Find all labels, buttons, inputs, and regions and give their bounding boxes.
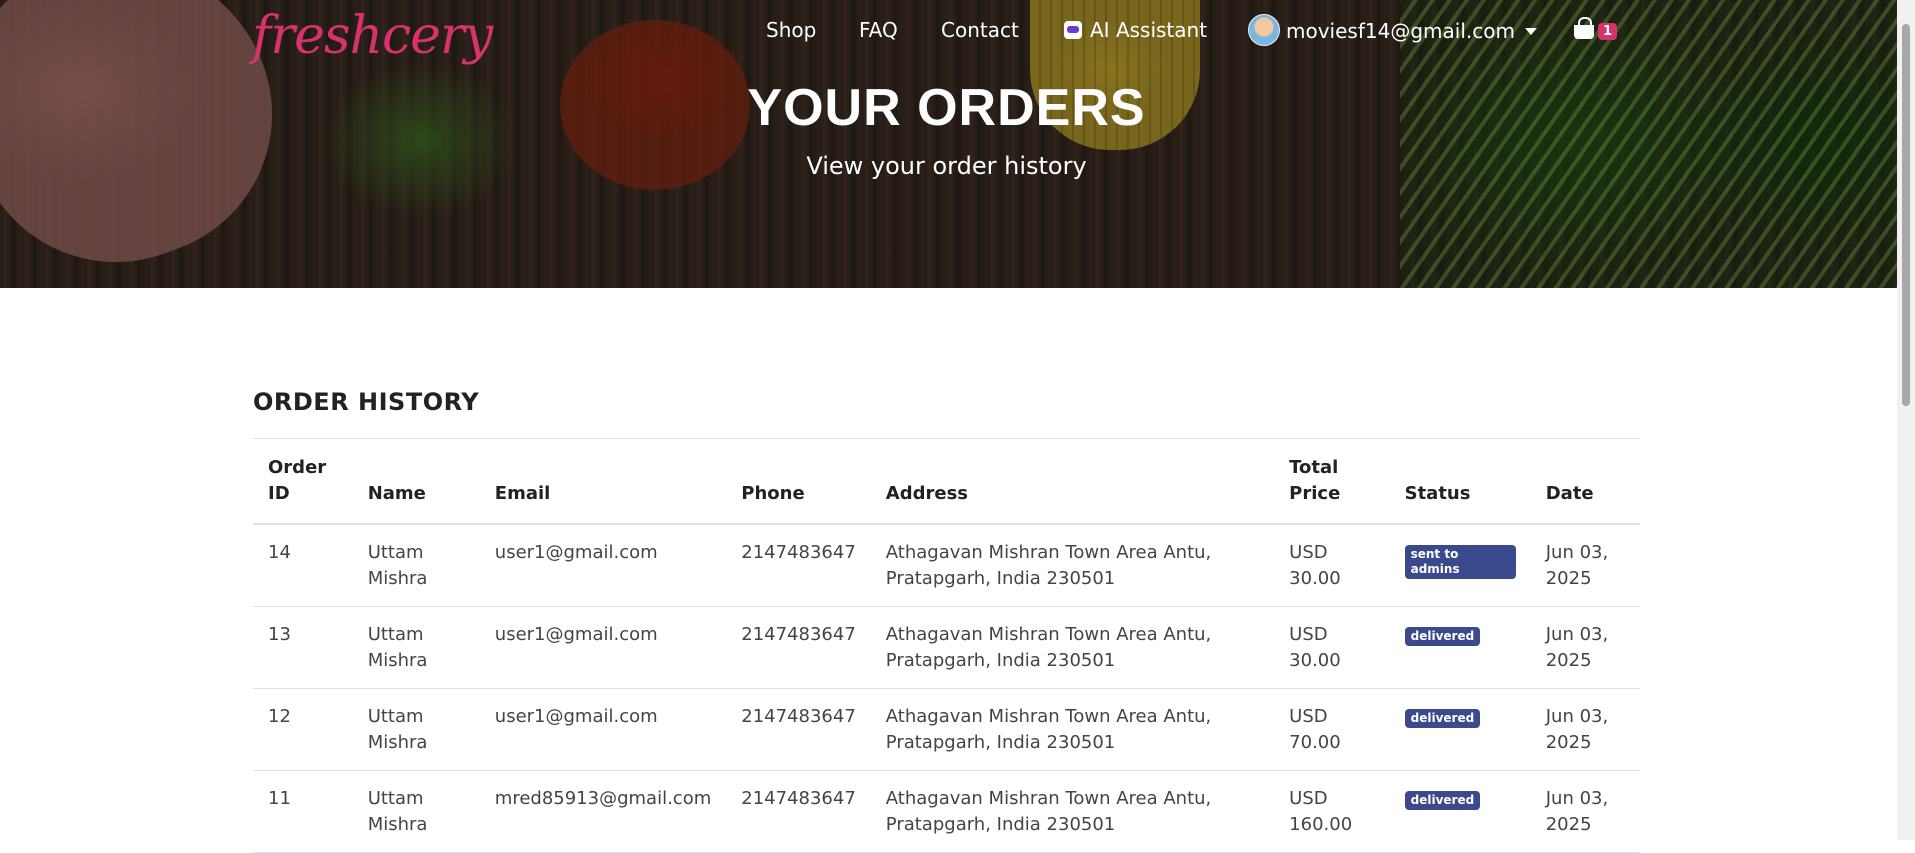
status-badge: delivered [1404, 791, 1481, 810]
customer-name: Uttam Mishra [352, 688, 480, 771]
page-title: YOUR ORDERS [747, 79, 1146, 137]
total-price: USD 30.00 [1274, 524, 1390, 607]
user-email: moviesf14@gmail.com [1286, 19, 1515, 43]
status-cell: sent to admins [1389, 524, 1531, 607]
ai-assistant-label: AI Assistant [1090, 18, 1208, 42]
col-address: Address [870, 438, 1275, 525]
customer-phone: 2147483647 [726, 688, 871, 771]
customer-name: Uttam Mishra [352, 524, 480, 607]
status-badge: delivered [1404, 709, 1481, 728]
order-date: Jun 03, 2025 [1530, 770, 1640, 853]
col-status: Status [1389, 438, 1531, 525]
col-date: Date [1530, 438, 1640, 525]
table-row: 11 Uttam Mishra mred85913@gmail.com 2147… [253, 770, 1640, 853]
table-row: 14 Uttam Mishra user1@gmail.com 21474836… [253, 524, 1640, 607]
brand-logo[interactable]: freshcery [252, 6, 493, 66]
page-scrollbar[interactable] [1897, 0, 1915, 840]
nav-contact-link[interactable]: Contact [941, 18, 1019, 42]
orders-table: Order ID Name Email Phone Address Total … [253, 438, 1640, 853]
shipping-address: Athagavan Mishran Town Area Antu, Pratap… [870, 606, 1275, 689]
status-cell: delivered [1389, 606, 1531, 689]
user-menu-dropdown[interactable]: moviesf14@gmail.com [1248, 14, 1537, 46]
section-title: ORDER HISTORY [253, 388, 480, 416]
table-row: 12 Uttam Mishra user1@gmail.com 21474836… [253, 688, 1640, 771]
caret-down-icon [1524, 28, 1537, 35]
customer-email: user1@gmail.com [479, 524, 727, 607]
total-price: USD 70.00 [1274, 688, 1390, 771]
nav-ai-assistant-link[interactable]: AI Assistant [1064, 18, 1207, 42]
user-avatar [1248, 14, 1280, 46]
order-id: 14 [253, 524, 353, 607]
customer-email: user1@gmail.com [479, 606, 727, 689]
col-order-id: Order ID [253, 438, 353, 525]
robot-icon [1064, 21, 1082, 39]
shopping-basket-icon [1574, 17, 1594, 39]
cart-button[interactable]: 1 [1574, 17, 1618, 41]
table-header-row: Order ID Name Email Phone Address Total … [253, 438, 1640, 525]
cart-count-badge: 1 [1598, 23, 1618, 40]
order-id: 13 [253, 606, 353, 689]
shipping-address: Athagavan Mishran Town Area Antu, Pratap… [870, 688, 1275, 771]
order-id: 11 [253, 770, 353, 853]
col-phone: Phone [726, 438, 871, 525]
customer-email: mred85913@gmail.com [479, 770, 727, 853]
customer-name: Uttam Mishra [352, 770, 480, 853]
customer-name: Uttam Mishra [352, 606, 480, 689]
status-cell: delivered [1389, 770, 1531, 853]
shipping-address: Athagavan Mishran Town Area Antu, Pratap… [870, 524, 1275, 607]
orders-table-container: Order ID Name Email Phone Address Total … [253, 438, 1640, 853]
nav-faq-link[interactable]: FAQ [859, 18, 898, 42]
status-badge: delivered [1404, 627, 1481, 646]
order-date: Jun 03, 2025 [1530, 524, 1640, 607]
status-cell: delivered [1389, 688, 1531, 771]
shipping-address: Athagavan Mishran Town Area Antu, Pratap… [870, 770, 1275, 853]
col-name: Name [352, 438, 480, 525]
col-email: Email [479, 438, 727, 525]
table-row: 13 Uttam Mishra user1@gmail.com 21474836… [253, 606, 1640, 689]
page-subtitle: View your order history [806, 152, 1087, 180]
order-date: Jun 03, 2025 [1530, 688, 1640, 771]
customer-phone: 2147483647 [726, 770, 871, 853]
nav-shop-link[interactable]: Shop [766, 18, 816, 42]
order-id: 12 [253, 688, 353, 771]
total-price: USD 160.00 [1274, 770, 1390, 853]
total-price: USD 30.00 [1274, 606, 1390, 689]
status-badge: sent to admins [1404, 545, 1516, 579]
customer-email: user1@gmail.com [479, 688, 727, 771]
col-total-price: Total Price [1274, 438, 1390, 525]
customer-phone: 2147483647 [726, 524, 871, 607]
order-date: Jun 03, 2025 [1530, 606, 1640, 689]
customer-phone: 2147483647 [726, 606, 871, 689]
scrollbar-thumb[interactable] [1902, 24, 1910, 406]
